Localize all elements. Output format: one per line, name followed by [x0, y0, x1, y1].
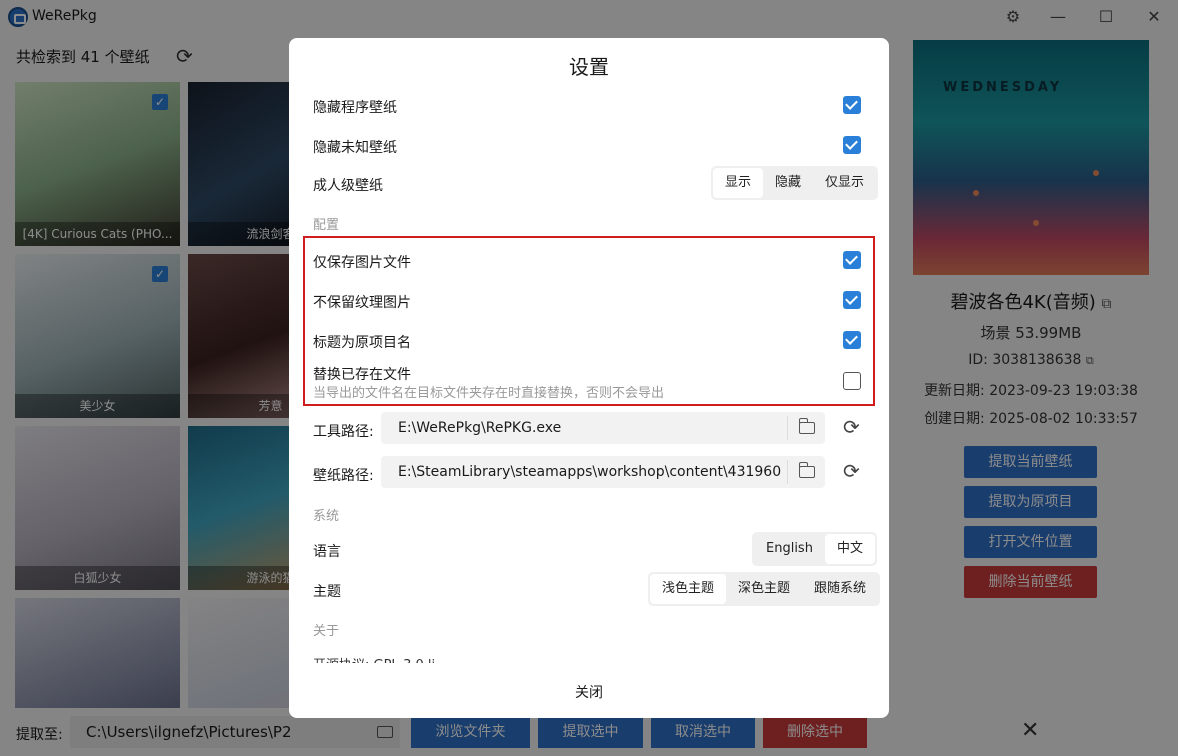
theme-option-light[interactable]: 浅色主题	[650, 574, 727, 604]
tool-path-field[interactable]: E:\WeRePkg\RePKG.exe	[381, 412, 825, 444]
adult-option-only[interactable]: 仅显示	[813, 168, 876, 198]
no-texture-checkbox[interactable]	[843, 291, 861, 309]
wallpaper-path-value: E:\SteamLibrary\steamapps\workshop\conte…	[398, 464, 782, 480]
language-option-english[interactable]: English	[754, 534, 825, 564]
only-images-checkbox[interactable]	[843, 251, 861, 269]
section-about: 关于	[313, 624, 340, 639]
adult-option-show[interactable]: 显示	[713, 168, 764, 198]
wallpaper-path-field[interactable]: E:\SteamLibrary\steamapps\workshop\conte…	[381, 456, 825, 488]
no-texture-row: 不保留纹理图片	[313, 285, 873, 317]
settings-close-button[interactable]: 关闭	[289, 682, 889, 702]
adult-segmented: 显示 隐藏 仅显示	[711, 166, 879, 200]
language-segmented: English 中文	[752, 532, 877, 566]
hide-unknown-label: 隐藏未知壁纸	[313, 140, 397, 156]
theme-option-dark[interactable]: 深色主题	[726, 574, 802, 604]
no-texture-label: 不保留纹理图片	[313, 295, 411, 311]
title-as-name-row: 标题为原项目名	[313, 325, 873, 357]
tool-path-label: 工具路径:	[313, 424, 374, 440]
title-as-name-checkbox[interactable]	[843, 331, 861, 349]
settings-dialog: 设置 隐藏程序壁纸 隐藏未知壁纸 成人级壁纸 显示 隐藏 仅显示 配置 仅保存图…	[289, 38, 889, 718]
adult-option-hide[interactable]: 隐藏	[763, 168, 813, 198]
wallpaper-folder-icon[interactable]	[798, 462, 815, 478]
section-config: 配置	[313, 218, 340, 233]
hide-unknown-row: 隐藏未知壁纸	[313, 130, 873, 162]
wallpaper-refresh-icon[interactable]: ⟳	[843, 459, 860, 483]
replace-existing-label: 替换已存在文件	[313, 367, 411, 383]
tool-folder-icon[interactable]	[798, 418, 815, 434]
section-system: 系统	[313, 509, 340, 524]
hide-unknown-checkbox[interactable]	[843, 136, 861, 154]
replace-existing-checkbox[interactable]	[843, 372, 861, 390]
tool-refresh-icon[interactable]: ⟳	[843, 415, 860, 439]
divider	[787, 416, 788, 440]
only-images-label: 仅保存图片文件	[313, 255, 411, 271]
theme-label: 主题	[313, 584, 341, 600]
only-images-row: 仅保存图片文件	[313, 245, 873, 277]
theme-segmented: 浅色主题 深色主题 跟随系统	[648, 572, 881, 606]
language-option-chinese[interactable]: 中文	[824, 534, 875, 564]
tool-path-value: E:\WeRePkg\RePKG.exe	[398, 420, 562, 436]
license-text: 开源协议: GPL-3.0 li	[313, 656, 435, 663]
adult-label: 成人级壁纸	[313, 178, 383, 194]
hide-program-label: 隐藏程序壁纸	[313, 100, 397, 116]
hide-program-row: 隐藏程序壁纸	[313, 90, 873, 122]
language-label: 语言	[313, 544, 341, 560]
replace-existing-hint: 当导出的文件名在目标文件夹存在时直接替换，否则不会导出	[313, 386, 665, 401]
theme-option-system[interactable]: 跟随系统	[802, 574, 878, 604]
hide-program-checkbox[interactable]	[843, 96, 861, 114]
settings-title: 设置	[569, 55, 609, 79]
title-as-name-label: 标题为原项目名	[313, 335, 411, 351]
divider	[787, 460, 788, 484]
wallpaper-path-label: 壁纸路径:	[313, 468, 374, 484]
